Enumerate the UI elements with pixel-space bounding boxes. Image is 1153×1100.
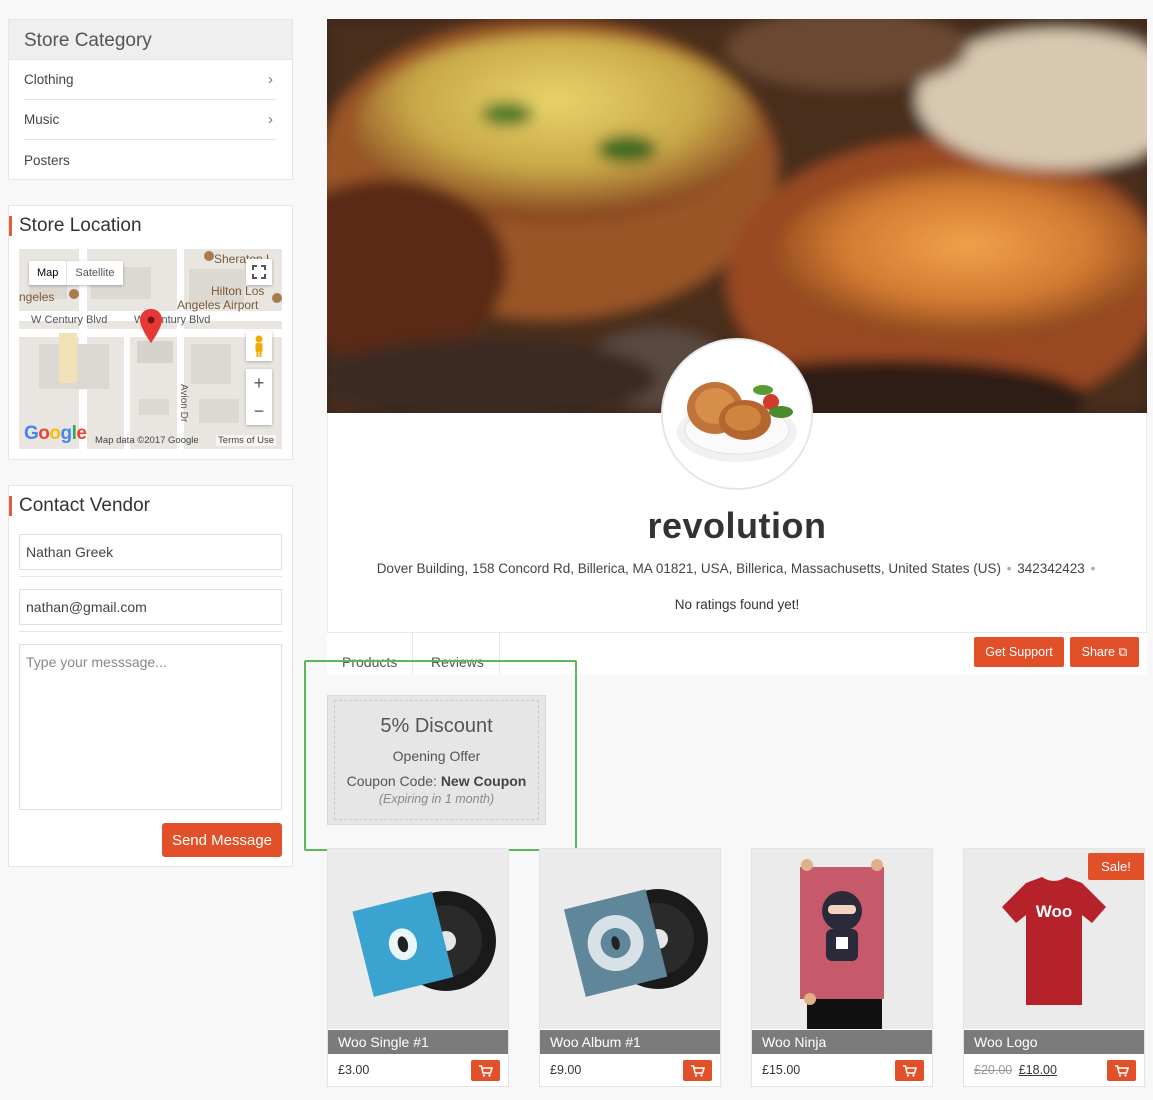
category-label: Clothing (24, 72, 74, 87)
tshirt-logo-text: Woo (1036, 902, 1073, 921)
product-card[interactable]: Woo Single #1 £3.00 (327, 848, 509, 1087)
name-field[interactable]: Nathan Greek (19, 534, 282, 570)
coupon-title: Opening Offer (392, 748, 481, 764)
product-card[interactable]: Woo Sale! Woo Logo £20.00 £18.00 (963, 848, 1145, 1087)
product-old-price: £20.00 (974, 1063, 1013, 1077)
coupon-amount: 5% Discount (380, 715, 493, 737)
separator-dot: • (1006, 561, 1012, 576)
map-attribution: Map data ©2017 Google (95, 435, 199, 446)
store-category-widget: Store Category Clothing › Music › Poster… (8, 19, 293, 180)
product-price: £3.00 (338, 1063, 370, 1077)
coupon-expiry: (Expiring in 1 month) (378, 792, 495, 806)
store-avatar-image (663, 340, 811, 488)
contact-vendor-title: Contact Vendor (9, 496, 282, 516)
divider (19, 631, 282, 632)
cart-icon (1114, 1064, 1129, 1077)
category-list: Clothing › Music › Posters (9, 60, 292, 180)
vinyl-album-image (563, 889, 708, 997)
map-poi-label: Angeles Airport (177, 298, 259, 312)
share-label: Share (1081, 644, 1115, 659)
product-price: £18.00 (1018, 1063, 1057, 1077)
map-poi-label: ngeles (19, 290, 55, 304)
store-address-line: Dover Building, 158 Concord Rd, Billeric… (327, 561, 1147, 576)
store-location-widget: Store Location W Century Blvd W Century … (8, 205, 293, 460)
category-item-posters[interactable]: Posters (24, 140, 277, 180)
zoom-out-button[interactable]: − (254, 397, 265, 425)
fullscreen-icon (252, 265, 266, 279)
get-support-button[interactable]: Get Support (974, 637, 1064, 667)
product-price-line: £20.00 £18.00 (974, 1063, 1057, 1077)
map-type-map-button[interactable]: Map (29, 261, 66, 285)
separator-dot: • (1090, 561, 1096, 576)
chevron-right-icon: › (268, 111, 273, 128)
ninja-poster-image (800, 859, 884, 1029)
map-type-control: Map Satellite (29, 261, 123, 285)
add-to-cart-button[interactable] (471, 1060, 500, 1081)
vinyl-single-image (352, 891, 496, 997)
cart-icon (690, 1064, 705, 1077)
street-view-pegman[interactable] (246, 331, 272, 361)
product-price: £15.00 (762, 1063, 801, 1077)
product-card[interactable]: Woo Album #1 £9.00 (539, 848, 721, 1087)
store-location-title: Store Location (9, 216, 282, 236)
product-title[interactable]: Woo Single #1 (328, 1030, 508, 1054)
store-name: revolution (647, 505, 827, 546)
cart-icon (902, 1064, 917, 1077)
map-marker-icon[interactable] (140, 309, 162, 343)
coupon-code-line: Coupon Code: New Coupon (335, 773, 538, 789)
store-category-title: Store Category (9, 20, 292, 60)
add-to-cart-button[interactable] (895, 1060, 924, 1081)
category-item-clothing[interactable]: Clothing › (24, 60, 277, 100)
pegman-icon (255, 335, 263, 357)
share-button[interactable]: Share ⧉ (1070, 637, 1139, 667)
category-label: Music (24, 112, 60, 127)
store-ratings: No ratings found yet! (674, 597, 800, 612)
category-item-music[interactable]: Music › (24, 100, 277, 140)
category-label: Posters (24, 152, 70, 168)
product-image[interactable] (540, 849, 720, 1029)
store-avatar (661, 338, 813, 490)
product-title[interactable]: Woo Logo (964, 1030, 1144, 1054)
coupon-code: New Coupon (440, 773, 527, 789)
map-street-label: W Century Blvd (31, 314, 108, 326)
add-to-cart-button[interactable] (683, 1060, 712, 1081)
map-terms-link[interactable]: Terms of Use (218, 435, 274, 446)
send-message-button[interactable]: Send Message (162, 823, 282, 857)
product-image[interactable] (752, 849, 932, 1029)
coupon-card[interactable]: 5% Discount Opening Offer Coupon Code: N… (327, 695, 546, 825)
zoom-in-button[interactable]: + (254, 369, 265, 397)
product-title[interactable]: Woo Ninja (752, 1030, 932, 1054)
add-to-cart-button[interactable] (1107, 1060, 1136, 1081)
contact-vendor-widget: Contact Vendor Nathan Greek nathan@gmail… (8, 485, 293, 867)
map-type-satellite-button[interactable]: Satellite (66, 261, 122, 285)
message-textarea[interactable]: Type your messsage... (19, 644, 282, 810)
map-footer: Terms of Use (216, 435, 276, 446)
divider (19, 576, 282, 577)
product-price: £9.00 (550, 1063, 582, 1077)
store-address: Dover Building, 158 Concord Rd, Billeric… (376, 561, 1001, 576)
google-logo: Google (24, 423, 87, 444)
product-card[interactable]: Woo Ninja £15.00 (751, 848, 933, 1087)
map-zoom-control: + − (246, 369, 272, 425)
external-link-icon: ⧉ (1118, 644, 1128, 659)
product-image[interactable] (328, 849, 508, 1029)
chevron-right-icon: › (268, 71, 273, 88)
coupon-inner: 5% Discount Opening Offer Coupon Code: N… (334, 700, 539, 820)
map-street-label: Avion Dr (178, 384, 189, 423)
fullscreen-button[interactable] (246, 259, 272, 285)
store-map[interactable]: W Century Blvd W Century Blvd Avion Dr H… (19, 249, 282, 449)
coupon-code-label: Coupon Code: (346, 773, 437, 789)
email-field[interactable]: nathan@gmail.com (19, 589, 282, 625)
product-title[interactable]: Woo Album #1 (540, 1030, 720, 1054)
store-phone: 342342423 (1017, 561, 1085, 576)
map-poi-label: Hilton Los (211, 284, 265, 298)
cart-icon (478, 1064, 493, 1077)
sale-badge: Sale! (1088, 853, 1144, 880)
